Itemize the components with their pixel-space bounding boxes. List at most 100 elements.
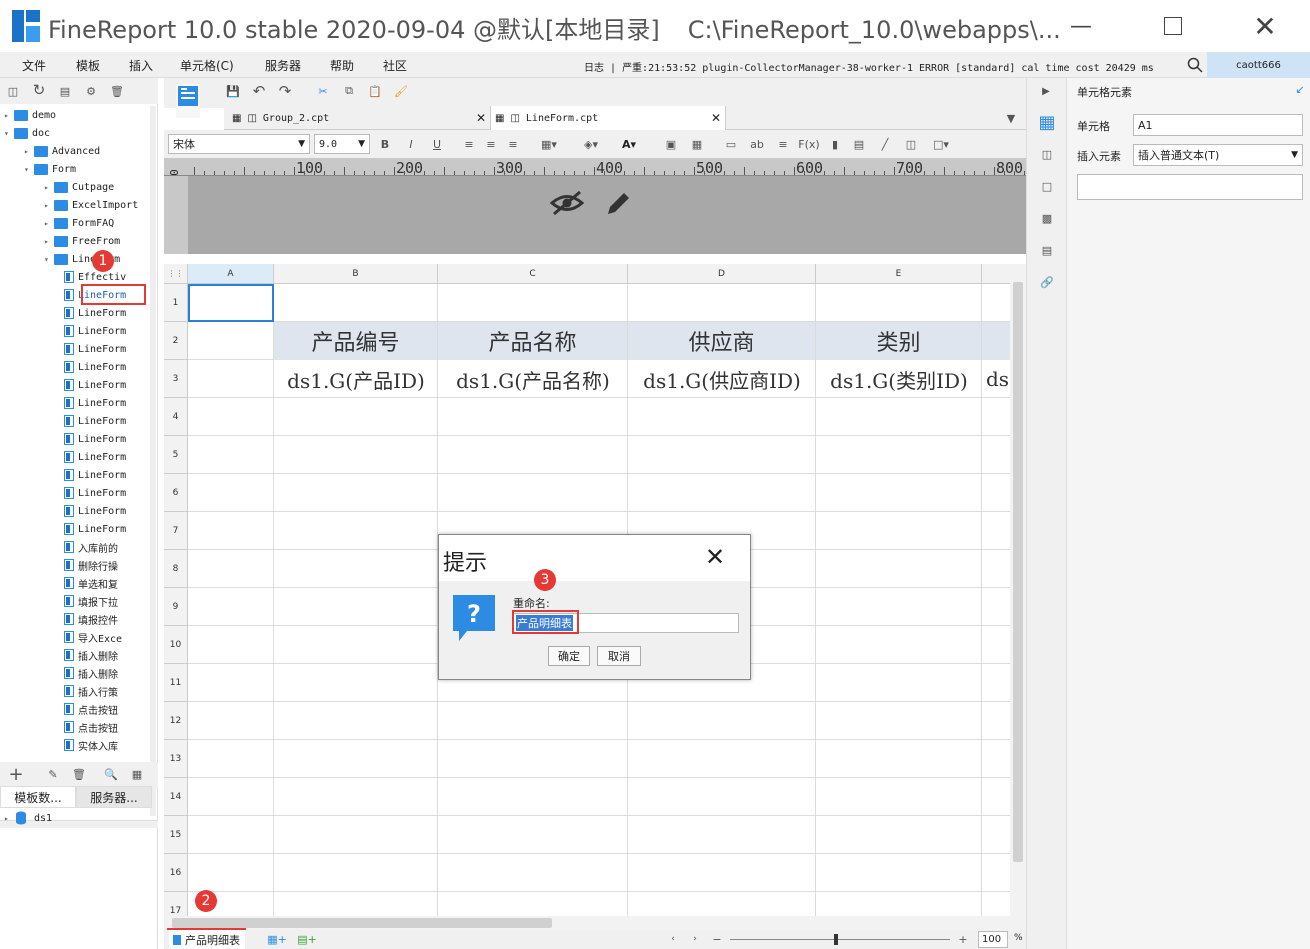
- selected-cell-a1[interactable]: [188, 284, 274, 322]
- tree-file[interactable]: 单选和复: [64, 574, 118, 592]
- menu-insert[interactable]: 插入: [129, 57, 153, 74]
- row-header[interactable]: 2: [164, 322, 188, 360]
- row-header[interactable]: 1: [164, 284, 188, 322]
- redo-icon[interactable]: ↷: [276, 82, 294, 100]
- delete-datasource-icon[interactable]: 🗑: [70, 765, 88, 783]
- select-all-corner[interactable]: ⋮⋮: [164, 264, 188, 284]
- tab-lineform[interactable]: ▦ ◫ LineForm.cpt ✕: [490, 106, 726, 130]
- italic-button[interactable]: I: [402, 135, 420, 153]
- user-account[interactable]: caott666: [1207, 52, 1310, 78]
- datasource-item[interactable]: ▸ ds1: [4, 809, 52, 827]
- expand-arrow-icon[interactable]: ▸: [4, 814, 14, 823]
- tree-folder[interactable]: ▸ demo: [4, 106, 56, 124]
- cell-element-icon[interactable]: ▦: [1037, 112, 1057, 133]
- insert-richtext-icon[interactable]: ≡: [774, 135, 792, 153]
- ok-button[interactable]: 确定: [548, 646, 590, 666]
- border-icon[interactable]: ▦▾: [536, 135, 562, 153]
- tree-file[interactable]: 入库前的: [64, 538, 118, 556]
- column-header[interactable]: C: [438, 264, 628, 284]
- tree-file[interactable]: LineForm: [64, 430, 126, 448]
- add-dashboard-sheet-icon[interactable]: ▤+: [296, 931, 318, 947]
- expand-arrow-icon[interactable]: ▸: [44, 183, 54, 192]
- font-size-select[interactable]: 9.0 ▼: [314, 134, 370, 154]
- close-window-button[interactable]: ✕: [1242, 0, 1288, 52]
- column-header[interactable]: E: [816, 264, 982, 284]
- row-header[interactable]: 5: [164, 436, 188, 474]
- row-header[interactable]: 14: [164, 778, 188, 816]
- underline-button[interactable]: U: [428, 135, 446, 153]
- tree-file[interactable]: 实体入库: [64, 736, 118, 754]
- zoom-input[interactable]: 100: [978, 931, 1008, 948]
- tree-file[interactable]: LineForm: [64, 448, 126, 466]
- column-header[interactable]: A: [188, 264, 274, 284]
- row-header[interactable]: 15: [164, 816, 188, 854]
- row-header[interactable]: 16: [164, 854, 188, 892]
- delete-icon[interactable]: 🗑: [108, 82, 126, 100]
- tree-file[interactable]: LineForm: [64, 376, 126, 394]
- row-header[interactable]: 9: [164, 588, 188, 626]
- zoom-in-button[interactable]: +: [956, 931, 970, 947]
- column-header[interactable]: B: [274, 264, 438, 284]
- insert-float-icon[interactable]: □▾: [928, 135, 954, 153]
- header-cell[interactable]: 供应商: [628, 322, 815, 360]
- dataset-cell[interactable]: ds1.G(供应商ID): [628, 360, 816, 398]
- tree-file[interactable]: 填报下拉: [64, 592, 118, 610]
- tree-file[interactable]: LineForm: [64, 412, 126, 430]
- tree-folder[interactable]: ▸ Cutpage: [44, 178, 114, 196]
- bold-button[interactable]: B: [376, 135, 394, 153]
- new-folder-icon[interactable]: ◫: [4, 82, 22, 100]
- vertical-scrollbar[interactable]: [1010, 264, 1026, 916]
- log-line[interactable]: 日志 | 严重:21:53:52 plugin-CollectorManager…: [584, 59, 1154, 74]
- align-left-icon[interactable]: ≡: [460, 135, 478, 153]
- condition-icon[interactable]: ▤: [1037, 240, 1057, 260]
- header-cell[interactable]: 产品编号: [274, 322, 437, 360]
- preview-icon[interactable]: 🔍: [102, 765, 120, 783]
- expand-arrow-icon[interactable]: ▸: [44, 219, 54, 228]
- expand-arrow-icon[interactable]: ▾: [24, 165, 34, 174]
- tab-close-icon[interactable]: ✕: [476, 111, 486, 125]
- row-header[interactable]: 13: [164, 740, 188, 778]
- tree-folder[interactable]: ▸ Advanced: [24, 142, 100, 160]
- dataset-cell[interactable]: ds1.G(类别ID): [816, 360, 982, 398]
- collapse-arrow-icon[interactable]: ▶: [1037, 84, 1055, 98]
- column-header[interactable]: D: [628, 264, 816, 284]
- menu-help[interactable]: 帮助: [330, 57, 354, 74]
- tree-folder[interactable]: ▾ Form: [24, 160, 76, 178]
- tab-group-2[interactable]: ▦ ◫ Group_2.cpt ✕: [224, 106, 490, 130]
- tree-folder[interactable]: ▾ doc: [4, 124, 50, 142]
- menu-cell[interactable]: 单元格(C): [180, 57, 234, 74]
- tree-file[interactable]: 导入Exce: [64, 628, 122, 646]
- row-header[interactable]: 6: [164, 474, 188, 512]
- tree-file[interactable]: LineForm: [64, 358, 126, 376]
- tab-list-icon[interactable]: ▼: [1002, 109, 1020, 127]
- server-dataset-icon[interactable]: ▦: [128, 765, 146, 783]
- cut-icon[interactable]: ✂: [314, 82, 332, 100]
- insert-formula-icon[interactable]: F(x): [798, 135, 820, 153]
- column-header[interactable]: [982, 264, 1010, 284]
- add-datasource-icon[interactable]: +: [4, 764, 28, 785]
- zoom-slider[interactable]: [730, 934, 950, 945]
- tree-file[interactable]: LineForm: [64, 340, 126, 358]
- dataset-cell[interactable]: ds1.G(产品ID): [274, 360, 438, 398]
- tree-file[interactable]: 插入行策: [64, 682, 118, 700]
- menu-file[interactable]: 文件: [22, 57, 46, 74]
- widget-icon[interactable]: ▩: [1037, 208, 1057, 228]
- cell-address-input[interactable]: A1: [1133, 114, 1303, 136]
- tree-file[interactable]: LineForm: [64, 304, 126, 322]
- align-center-icon[interactable]: ≡: [482, 135, 500, 153]
- pin-icon[interactable]: ↙: [1293, 82, 1307, 96]
- expand-arrow-icon[interactable]: ▾: [44, 255, 54, 264]
- left-bottom-tab-0[interactable]: 模板数...: [0, 786, 76, 808]
- tree-folder[interactable]: ▸ FreeFrom: [44, 232, 120, 250]
- left-bottom-tab-1[interactable]: 服务器...: [76, 786, 152, 808]
- row-header[interactable]: 11: [164, 664, 188, 702]
- expand-arrow-icon[interactable]: ▸: [24, 147, 34, 156]
- hide-eye-icon[interactable]: [550, 186, 584, 220]
- tree-file[interactable]: LineForm: [64, 466, 126, 484]
- tree-file[interactable]: LineForm: [64, 322, 126, 340]
- copy-icon[interactable]: ⧉: [340, 82, 358, 100]
- unmerge-cells-icon[interactable]: ▦: [688, 135, 706, 153]
- dataset-cell[interactable]: ds1.G(产品名称): [438, 360, 628, 398]
- paste-icon[interactable]: 📋: [366, 82, 384, 100]
- insert-ab-icon[interactable]: ab: [748, 135, 766, 153]
